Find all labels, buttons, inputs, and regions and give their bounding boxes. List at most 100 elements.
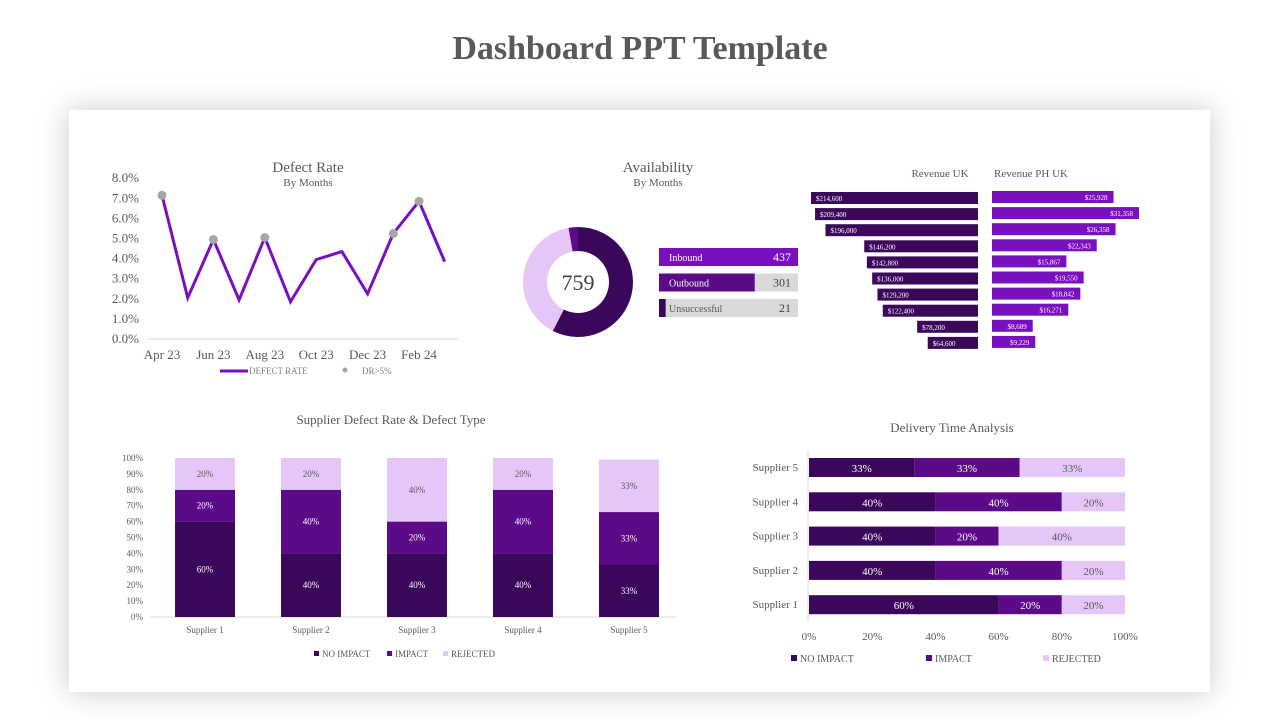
segment-label: 20%	[409, 533, 426, 543]
legend-label: IMPACT	[935, 654, 972, 665]
legend-swatch	[387, 651, 392, 656]
chart-subtitle: By Months	[283, 177, 332, 189]
legend-label: DR>5%	[362, 366, 392, 376]
y-tick-label: 60%	[127, 517, 144, 527]
segment-label: 40%	[862, 566, 882, 578]
y-tick-label: Supplier 3	[752, 531, 798, 543]
segment-label: 20%	[957, 532, 977, 544]
revenue-ph-label: $18,842	[1052, 291, 1075, 299]
dr-over-5-marker	[260, 233, 270, 242]
x-tick-label: 0%	[802, 631, 817, 643]
segment-label: 40%	[515, 580, 532, 590]
y-tick-label: Supplier 4	[752, 496, 798, 508]
y-tick-label: 0.0%	[112, 331, 139, 346]
revenue-uk-label: $196,000	[830, 227, 857, 235]
segment-label: 33%	[852, 463, 872, 475]
x-tick-label: 20%	[862, 631, 882, 643]
y-tick-label: 20%	[127, 580, 144, 590]
chart-title: Availability	[623, 160, 694, 176]
legend-label: REJECTED	[1052, 654, 1101, 665]
legend-swatch	[443, 651, 448, 656]
segment-label: 40%	[409, 485, 426, 495]
y-tick-label: 50%	[127, 533, 144, 543]
x-tick-label: Aug 23	[245, 347, 284, 362]
revenue-ph-label: $19,550	[1055, 275, 1078, 283]
segment-label: 40%	[862, 497, 882, 509]
availability-value: 301	[773, 276, 791, 290]
revenue-ph-label: $26,358	[1087, 226, 1110, 234]
x-tick-label: 40%	[925, 631, 945, 643]
y-tick-label: 5.0%	[112, 231, 139, 246]
legend-swatch	[1043, 655, 1049, 661]
segment-label: 40%	[303, 517, 320, 527]
y-tick-label: 6.0%	[112, 210, 139, 225]
y-tick-label: 1.0%	[112, 311, 139, 326]
legend-swatch	[314, 651, 319, 656]
revenue-ph-label: $15,867	[1038, 258, 1061, 266]
x-tick-label: Dec 23	[349, 347, 386, 362]
x-tick-label: Feb 24	[401, 347, 437, 362]
chart-title: Supplier Defect Rate & Defect Type	[296, 412, 485, 427]
dr-over-5-marker	[388, 228, 398, 238]
availability-label: Unsuccessful	[669, 304, 723, 315]
segment-label: 33%	[621, 533, 638, 543]
revenue-uk-label: $214,600	[816, 195, 843, 203]
legend-label: NO IMPACT	[800, 654, 854, 665]
segment-label: 40%	[409, 580, 426, 590]
y-tick-label: 70%	[127, 501, 144, 511]
revenue-uk-label: $129,200	[882, 292, 909, 300]
segment-label: 33%	[621, 586, 638, 596]
dr-over-5-marker	[208, 235, 218, 245]
revenue-ph-title: Revenue PH UK	[994, 168, 1068, 180]
revenue-uk-label: $142,800	[872, 259, 899, 267]
segment-label: 33%	[621, 481, 638, 491]
segment-label: 20%	[1083, 497, 1103, 509]
x-tick-label: Jun 23	[196, 347, 230, 362]
revenue-ph-label: $8,689	[1007, 323, 1027, 331]
y-tick-label: 8.0%	[112, 170, 139, 185]
x-tick-label: Apr 23	[144, 347, 180, 362]
revenue-ph-label: $22,343	[1068, 242, 1091, 250]
revenue-ph-label: $25,928	[1085, 194, 1108, 202]
segment-label: 40%	[989, 566, 1009, 578]
availability-label: Outbound	[669, 279, 709, 290]
legend-swatch	[791, 655, 797, 661]
availability-bar-unsuccessful	[659, 299, 666, 317]
y-tick-label: 2.0%	[112, 291, 139, 306]
revenue-uk-label: $209,400	[820, 211, 847, 219]
x-tick-label: 60%	[989, 631, 1009, 643]
y-tick-label: 0%	[131, 612, 144, 622]
y-tick-label: 10%	[127, 596, 144, 606]
dashboard-charts: Defect RateBy Months0.0%1.0%2.0%3.0%4.0%…	[112, 160, 1139, 665]
availability-label: Inbound	[669, 253, 702, 264]
legend-label: NO IMPACT	[322, 649, 371, 659]
legend-marker-swatch	[342, 367, 348, 373]
y-tick-label: Supplier 2	[752, 565, 798, 577]
y-tick-label: 30%	[127, 564, 144, 574]
x-tick-label: Supplier 3	[398, 625, 436, 635]
revenue-uk-label: $78,200	[922, 324, 945, 332]
segment-label: 33%	[957, 463, 977, 475]
legend-label: DEFECT RATE	[249, 366, 308, 376]
segment-label: 33%	[1062, 463, 1082, 475]
revenue-uk-label: $64,600	[933, 340, 956, 348]
revenue-uk-title: Revenue UK	[911, 168, 968, 180]
segment-label: 20%	[1083, 600, 1103, 612]
dr-over-5-marker	[414, 196, 424, 206]
segment-label: 20%	[1020, 600, 1040, 612]
legend-swatch	[926, 655, 932, 661]
y-tick-label: Supplier 1	[752, 599, 798, 611]
revenue-ph-label: $16,271	[1040, 307, 1063, 315]
y-tick-label: 40%	[127, 548, 144, 558]
y-tick-label: 90%	[127, 469, 144, 479]
donut-total: 759	[562, 270, 595, 295]
segment-label: 20%	[197, 469, 214, 479]
revenue-uk-label: $122,400	[888, 308, 915, 316]
x-tick-label: 80%	[1052, 631, 1072, 643]
x-tick-label: Supplier 4	[504, 625, 542, 635]
revenue-ph-label: $9,229	[1010, 339, 1030, 347]
revenue-uk-label: $136,000	[877, 276, 904, 284]
segment-label: 40%	[862, 532, 882, 544]
legend-label: IMPACT	[395, 649, 429, 659]
segment-label: 20%	[1083, 566, 1103, 578]
